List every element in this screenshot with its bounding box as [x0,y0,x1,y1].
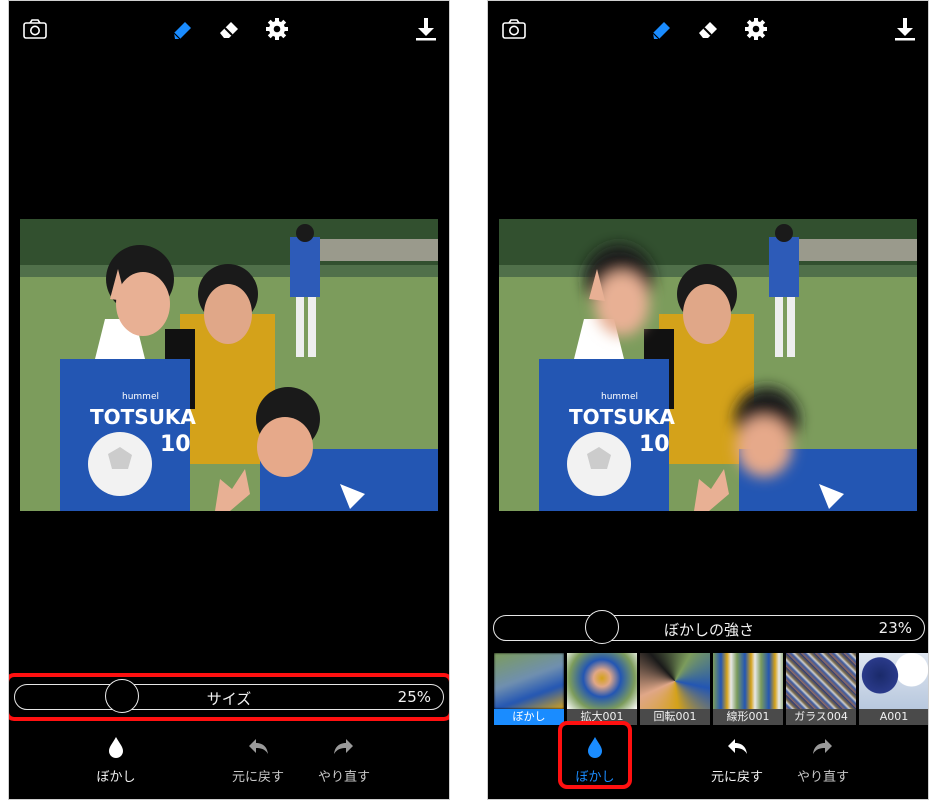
filter-thumb[interactable]: 回転001 [640,653,710,725]
undo-arrow-icon [249,739,268,754]
redo-button[interactable]: やり直す [299,734,389,785]
camera-icon[interactable] [21,15,49,43]
download-icon[interactable] [891,15,919,43]
eraser-icon[interactable] [216,15,244,43]
shirt-text: TOTSUKA [569,405,675,429]
filter-label: A001 [859,709,928,725]
redo-arrow-icon [813,739,832,754]
shirt-brand: hummel [601,392,638,402]
filter-label: ガラス004 [786,709,856,725]
shirt-text: TOTSUKA [90,405,196,429]
filter-label: ぼかし [494,709,564,725]
gear-icon[interactable] [263,15,291,43]
slider-value: 25% [397,688,431,706]
slider-knob[interactable] [585,610,619,644]
slider-knob[interactable] [105,679,139,713]
filter-preview [713,653,783,709]
blur-tool-label: ぼかし [96,770,136,785]
shirt-number: 10 [160,432,191,457]
blur-tool-label: ぼかし [575,770,615,785]
blur-tool-button[interactable]: ぼかし [550,734,640,785]
undo-button[interactable]: 元に戻す [692,734,782,785]
filter-preview [859,653,928,709]
filter-thumb[interactable]: ガラス004 [786,653,856,725]
filter-thumb[interactable]: 拡大001 [567,653,637,725]
filter-strip: ぼかし 拡大001 回転001 線形001 ガラス004 A001 [494,653,928,725]
filter-thumb[interactable]: A001 [859,653,928,725]
undo-label: 元に戻す [710,770,763,785]
filter-preview [786,653,856,709]
slider-label: サイズ [206,690,252,708]
filter-thumb[interactable]: ぼかし [494,653,564,725]
drop-icon [109,737,123,758]
slider-label: ぼかしの強さ [663,621,754,639]
photo-image-blurred: TOTSUKA 10 hummel [499,219,917,511]
photo-image: TOTSUKA 10 hummel [20,219,438,511]
editor-screen-blur: TOTSUKA 10 hummel ぼかしの強さ 23% ぼかし 拡大001 回… [487,0,929,800]
filter-preview [494,653,564,709]
filter-label: 線形001 [713,709,783,725]
drop-icon [588,737,602,758]
eraser-icon[interactable] [695,15,723,43]
redo-arrow-icon [334,739,353,754]
filter-preview [640,653,710,709]
editor-screen-size: TOTSUKA 10 hummel サイズ 25% ぼかし 元に戻す やり直す [8,0,450,800]
size-slider[interactable]: サイズ 25% [14,679,444,713]
slider-value: 23% [878,619,912,637]
filter-preview [567,653,637,709]
redo-label: やり直す [317,770,370,785]
shirt-number: 10 [639,432,670,457]
top-toolbar [9,1,449,57]
redo-label: やり直す [796,770,849,785]
undo-arrow-icon [728,739,747,754]
photo-canvas[interactable]: TOTSUKA 10 hummel [20,219,438,511]
shirt-brand: hummel [122,392,159,402]
filter-label: 回転001 [640,709,710,725]
download-icon[interactable] [412,15,440,43]
undo-label: 元に戻す [231,770,284,785]
filter-thumb[interactable]: 線形001 [713,653,783,725]
top-toolbar [488,1,928,57]
photo-canvas[interactable]: TOTSUKA 10 hummel [499,219,917,511]
blur-tool-button[interactable]: ぼかし [71,734,161,785]
gear-icon[interactable] [742,15,770,43]
eraser-brush-icon[interactable] [648,15,676,43]
eraser-brush-icon[interactable] [169,15,197,43]
blur-strength-slider[interactable]: ぼかしの強さ 23% [493,610,925,644]
redo-button[interactable]: やり直す [778,734,868,785]
camera-icon[interactable] [500,15,528,43]
undo-button[interactable]: 元に戻す [213,734,303,785]
